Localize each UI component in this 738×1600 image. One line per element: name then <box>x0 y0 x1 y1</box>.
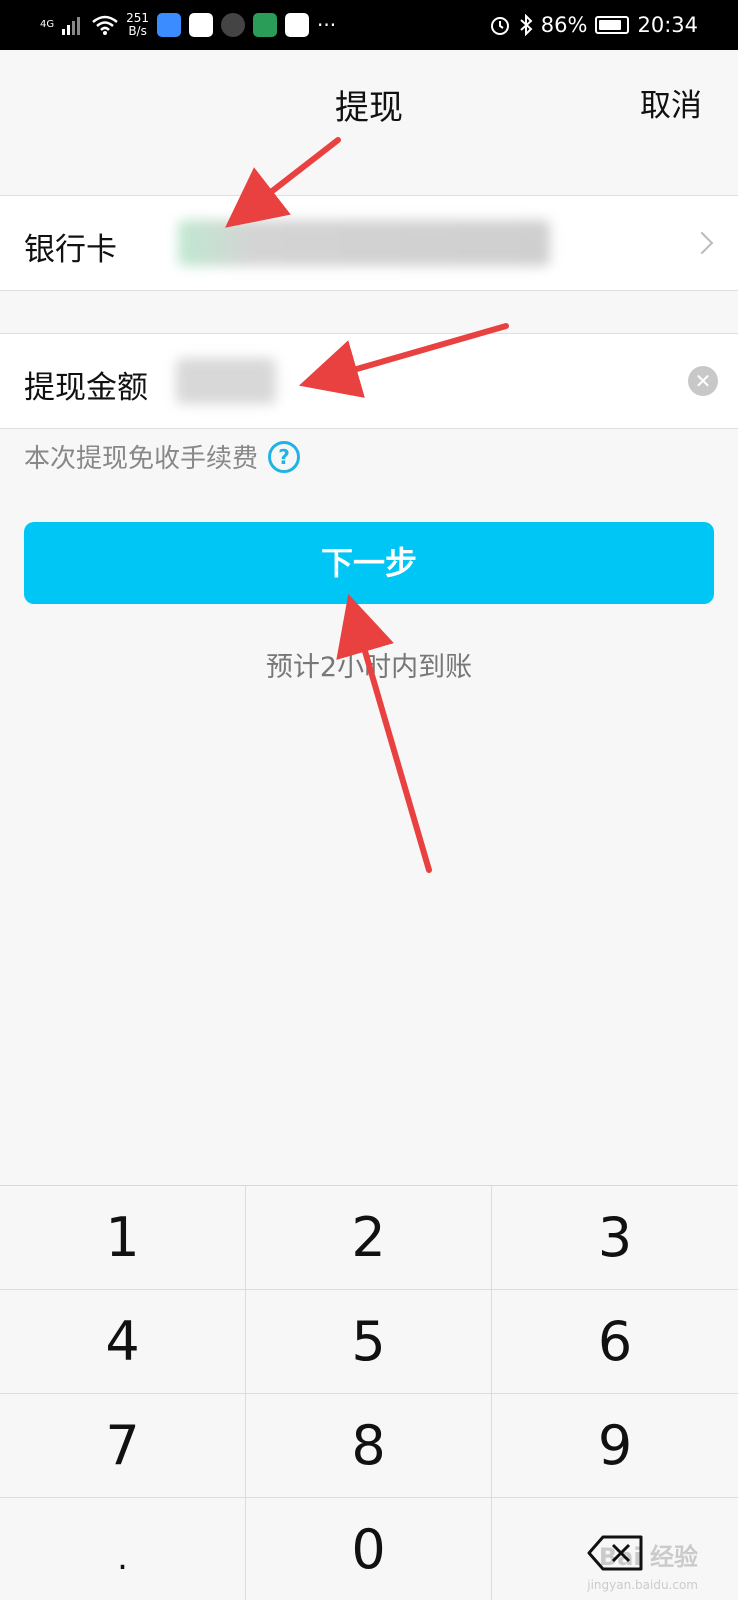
network-label: 4G <box>40 19 55 30</box>
signal-icon <box>62 17 81 35</box>
amount-label: 提现金额 <box>24 370 148 406</box>
key-7[interactable]: 7 <box>0 1394 246 1498</box>
app-notification-icon <box>253 13 278 37</box>
amount-row[interactable]: 提现金额 ✕ <box>0 333 738 429</box>
key-9[interactable]: 9 <box>492 1394 738 1498</box>
key-0[interactable]: 0 <box>246 1498 492 1600</box>
key-8[interactable]: 8 <box>246 1394 492 1498</box>
key-5[interactable]: 5 <box>246 1290 492 1394</box>
fee-note: 本次提现免收手续费 ? <box>24 438 301 475</box>
bank-card-row[interactable]: 银行卡 <box>0 195 738 291</box>
battery-level <box>599 20 622 30</box>
help-icon[interactable]: ? <box>268 440 301 473</box>
key-4[interactable]: 4 <box>0 1290 246 1394</box>
fee-note-text: 本次提现免收手续费 <box>24 444 259 474</box>
amount-input-redacted[interactable] <box>176 358 276 404</box>
next-step-button[interactable]: 下一步 <box>24 522 714 604</box>
app-notification-icon <box>157 13 182 37</box>
status-left: 4G 251 B/s ··· <box>40 0 336 50</box>
clock: 20:34 <box>637 13 698 37</box>
alarm-icon <box>490 17 509 35</box>
bank-card-label: 银行卡 <box>24 232 117 268</box>
key-3[interactable]: 3 <box>492 1186 738 1290</box>
more-notifications-icon: ··· <box>317 13 337 37</box>
chevron-right-icon <box>690 231 714 255</box>
clear-icon[interactable]: ✕ <box>688 366 718 396</box>
wifi-icon <box>92 15 118 35</box>
bluetooth-icon <box>520 14 533 36</box>
status-bar: 4G 251 B/s ··· 86% 20:34 <box>0 0 738 50</box>
key-6[interactable]: 6 <box>492 1290 738 1394</box>
network-speed: 251 B/s <box>126 12 149 38</box>
bank-card-info-redacted <box>178 220 550 266</box>
arrival-estimate: 预计2小时内到账 <box>265 652 473 683</box>
watermark-url: jingyan.baidu.com <box>587 1578 698 1592</box>
key-2[interactable]: 2 <box>246 1186 492 1290</box>
battery-icon <box>595 16 630 34</box>
app-notification-icon <box>221 13 246 37</box>
app-notification-icon <box>285 13 310 37</box>
speed-unit: B/s <box>128 24 147 38</box>
status-right: 86% 20:34 <box>489 0 698 50</box>
video-app-icon <box>189 13 214 37</box>
numeric-keypad: 1 2 3 4 5 6 7 8 9 . 0 Bai 经验 jingyan.bai… <box>0 1185 738 1600</box>
page-title: 提现 <box>335 88 403 128</box>
watermark: Bai 经验 <box>598 1543 698 1571</box>
key-1[interactable]: 1 <box>0 1186 246 1290</box>
key-decimal[interactable]: . <box>0 1498 246 1600</box>
cancel-button[interactable]: 取消 <box>640 80 702 125</box>
battery-percent: 86% <box>540 13 588 37</box>
nav-header: 提现 取消 <box>0 50 738 192</box>
